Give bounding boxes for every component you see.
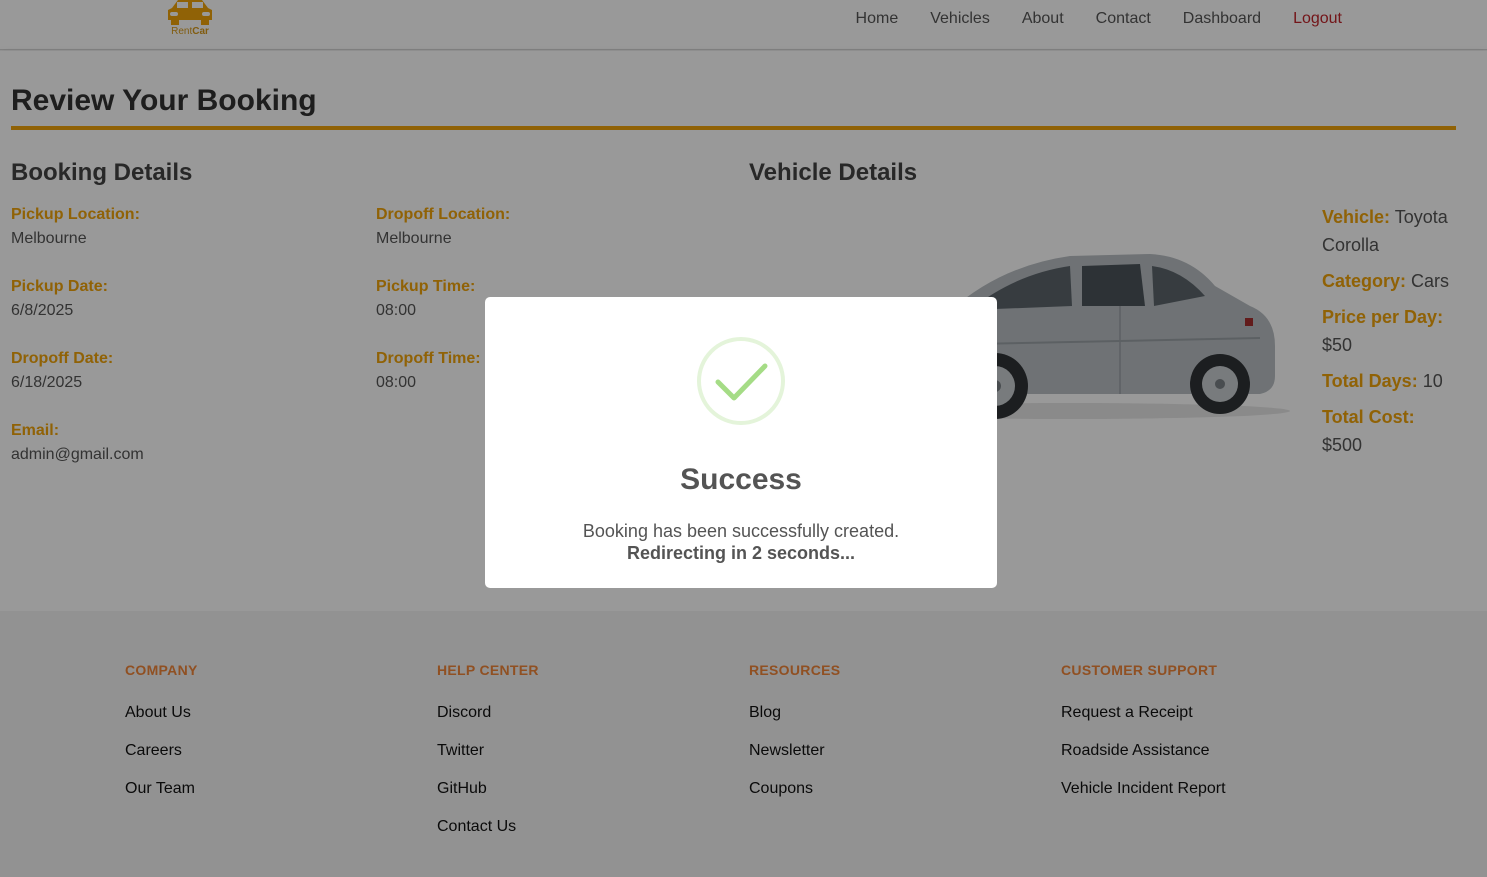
modal-redirect-text: Redirecting in 2 seconds...	[626, 543, 856, 563]
success-modal: Success Booking has been successfully cr…	[485, 297, 997, 588]
success-check-icon	[697, 337, 785, 425]
modal-title: Success	[680, 463, 802, 496]
modal-message: Booking has been successfully created. R…	[485, 520, 997, 564]
modal-message-text: Booking has been successfully created.	[582, 521, 900, 541]
